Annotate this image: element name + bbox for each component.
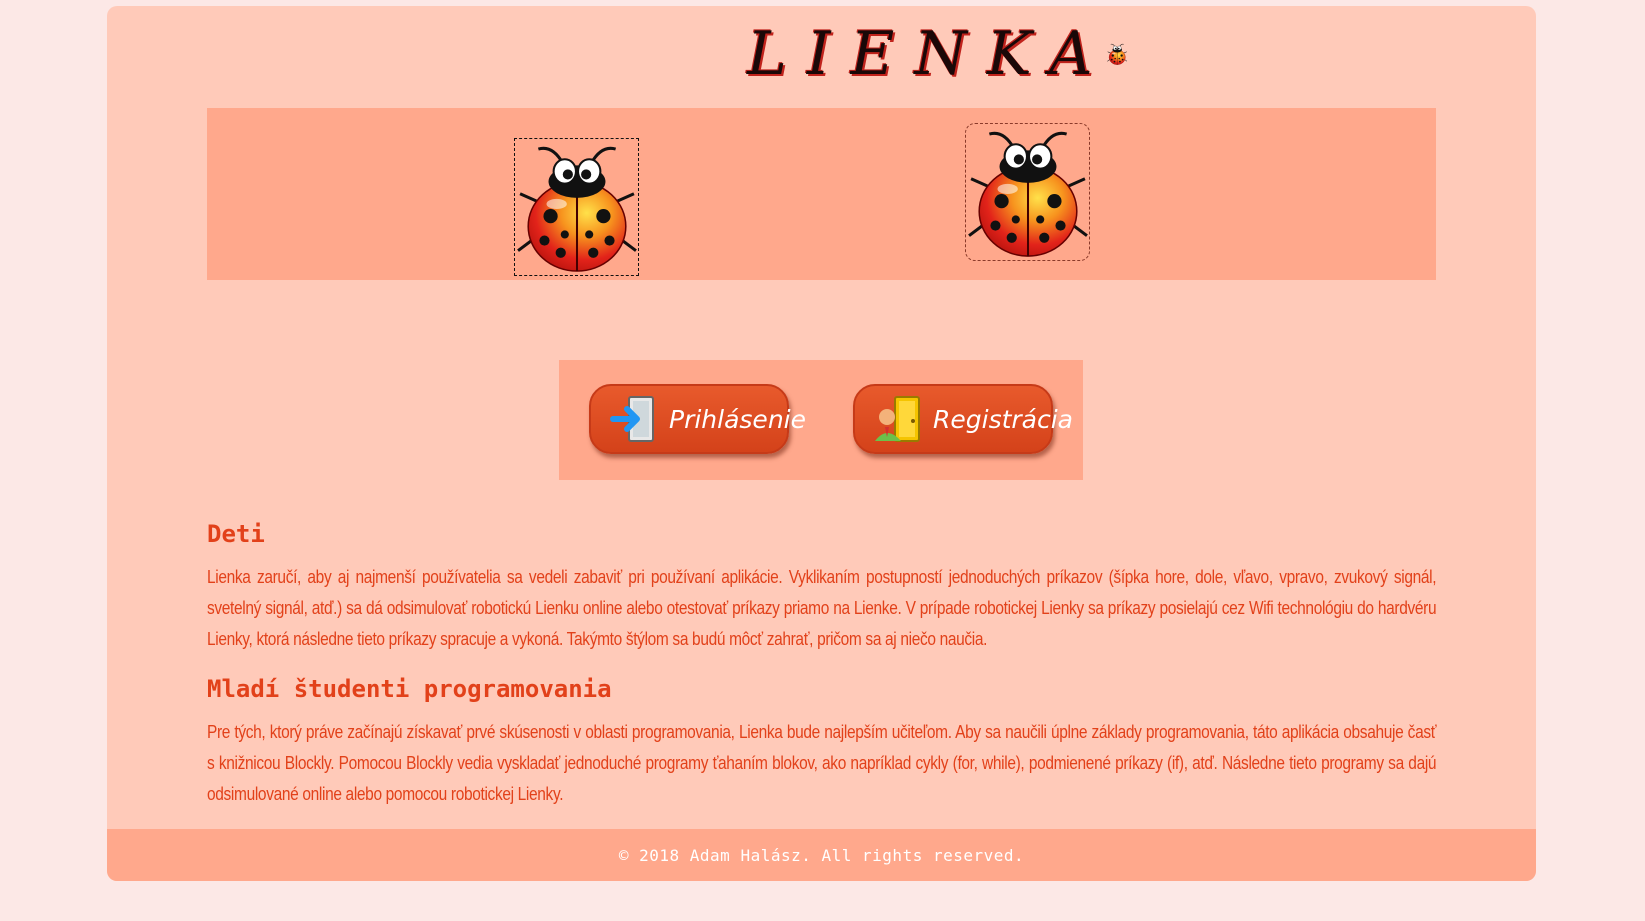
auth-buttons-panel: Prihlásenie Registrácia bbox=[559, 360, 1083, 480]
ladybug-icon bbox=[1107, 18, 1127, 90]
ladybug-icon bbox=[967, 125, 1089, 259]
content: Deti Lienka zaručí, aby aj najmenší použ… bbox=[207, 520, 1437, 830]
site-logo[interactable]: LIENKA bbox=[747, 14, 1127, 94]
main-card: LIENKA Prihlásenie Registrácia Deti Lien… bbox=[107, 6, 1536, 881]
banner bbox=[207, 108, 1436, 280]
register-button[interactable]: Registrácia bbox=[853, 384, 1073, 454]
ladybug-icon bbox=[516, 140, 638, 274]
section-text: Pre tých, ktorý práve začínajú získavať … bbox=[207, 722, 1437, 804]
login-button[interactable]: Prihlásenie bbox=[589, 384, 806, 454]
ladybug-image-left bbox=[514, 138, 639, 276]
login-label: Prihlásenie bbox=[669, 404, 806, 434]
section-heading: Mladí študenti programovania bbox=[207, 675, 612, 703]
ladybug-image-right bbox=[965, 123, 1090, 261]
section-text: Lienka zaručí, aby aj najmenší používate… bbox=[207, 567, 1437, 649]
section-mladi-studenti: Mladí študenti programovania Pre tých, k… bbox=[207, 675, 1437, 810]
copyright-text: © 2018 Adam Halász. All rights reserved. bbox=[618, 845, 1025, 865]
logo-text: LIENKA bbox=[747, 19, 1113, 89]
section-heading: Deti bbox=[207, 520, 265, 548]
register-label: Registrácia bbox=[933, 404, 1074, 434]
footer: © 2018 Adam Halász. All rights reserved. bbox=[107, 829, 1536, 881]
section-deti: Deti Lienka zaručí, aby aj najmenší použ… bbox=[207, 520, 1437, 655]
door-enter-icon bbox=[610, 396, 654, 442]
user-door-icon bbox=[875, 396, 920, 442]
